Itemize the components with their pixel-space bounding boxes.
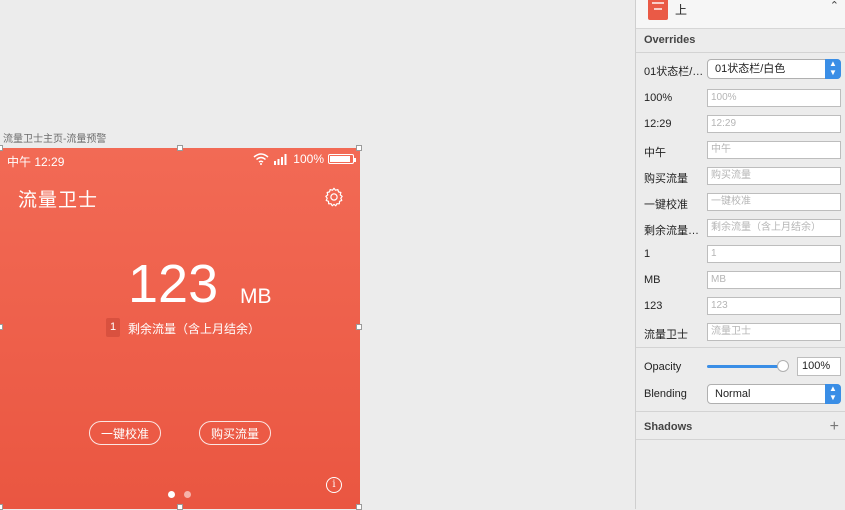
symbol-thumbnail (648, 0, 668, 20)
opacity-slider[interactable] (707, 365, 783, 368)
status-time: 中午 12:29 (7, 155, 65, 169)
buy-data-button[interactable]: 购买流量 (199, 421, 271, 445)
override-input[interactable]: MB (707, 271, 841, 289)
divider (636, 439, 845, 440)
artboard-label[interactable]: 流量卫士主页-流量预警 (3, 130, 106, 145)
status-symbol-select[interactable]: 01状态栏/白色 ▲ ▼ (707, 59, 841, 79)
opacity-slider-knob[interactable] (777, 360, 789, 372)
opacity-input[interactable]: 100% (797, 357, 841, 376)
app-title: 流量卫士 (18, 190, 99, 211)
override-input[interactable]: 剩余流量（含上月结余） (707, 219, 841, 237)
override-label: 购买流量 (644, 173, 688, 185)
override-label: 一键校准 (644, 199, 688, 211)
status-symbol-value: 01状态栏/白色 (715, 63, 786, 75)
divider (636, 52, 845, 53)
resize-handle-r[interactable] (356, 324, 362, 330)
override-label: 流量卫士 (644, 329, 688, 341)
add-shadow-icon[interactable]: + (830, 418, 839, 436)
override-label: 12:29 (644, 118, 672, 130)
divider (636, 347, 845, 348)
override-input[interactable]: 一键校准 (707, 193, 841, 211)
divider (636, 411, 845, 412)
signal-icon (274, 154, 287, 165)
inspector-panel: 上 ⌃ Overrides 01状态栏/… 01状态栏/白色 ▲ ▼ 100% 10… (635, 0, 845, 509)
amount-unit: MB (240, 285, 272, 308)
shadows-title: Shadows (644, 421, 693, 433)
override-label: 中午 (644, 147, 666, 159)
blending-select[interactable]: Normal ▲ ▼ (707, 384, 841, 404)
resize-handle-br[interactable] (356, 504, 362, 510)
overrides-title: Overrides (644, 34, 696, 46)
override-input[interactable]: 123 (707, 297, 841, 315)
wifi-icon (253, 153, 269, 165)
resize-handle-l[interactable] (0, 324, 3, 330)
gear-icon[interactable] (323, 186, 345, 208)
override-input[interactable]: 中午 (707, 141, 841, 159)
chevron-updown-icon[interactable]: ⌃ (830, 0, 839, 12)
override-label: 剩余流量… (644, 225, 699, 237)
override-label: 123 (644, 300, 663, 312)
artboard[interactable]: 中午 12:29 100% 流量卫士 123 MB 1 剩余流量（含上月结余） … (0, 148, 360, 509)
override-input[interactable]: 流量卫士 (707, 323, 841, 341)
status-icons: 100% (253, 152, 356, 166)
resize-handle-tr[interactable] (356, 145, 362, 151)
battery-icon (328, 154, 356, 164)
override-input[interactable]: 12:29 (707, 115, 841, 133)
symbol-selector[interactable]: 上 ⌃ (636, 0, 845, 29)
blending-value: Normal (715, 388, 751, 400)
calibrate-button[interactable]: 一键校准 (89, 421, 161, 445)
override-input[interactable]: 1 (707, 245, 841, 263)
resize-handle-b[interactable] (177, 504, 183, 510)
opacity-label: Opacity (644, 361, 682, 373)
override-label: 1 (644, 248, 651, 260)
resize-handle-bl[interactable] (0, 504, 3, 510)
canvas: 流量卫士主页-流量预警 中午 12:29 100% 流量卫士 123 MB 1 … (0, 0, 635, 510)
symbol-name: 上 (675, 3, 688, 17)
override-input[interactable]: 100% (707, 89, 841, 107)
page-dot[interactable] (184, 491, 191, 498)
battery-percent: 100% (293, 152, 324, 166)
info-icon[interactable]: i (326, 477, 342, 493)
override-input[interactable]: 购买流量 (707, 167, 841, 185)
override-label-status: 01状态栏/… (644, 66, 704, 78)
override-label: 100% (644, 92, 673, 104)
override-label: MB (644, 274, 661, 286)
blending-label: Blending (644, 388, 687, 400)
remaining-label: 剩余流量（含上月结余） (128, 322, 261, 336)
sim-badge: 1 (106, 318, 120, 337)
select-arrows-icon: ▲ ▼ (825, 384, 841, 404)
select-arrows-icon: ▲ ▼ (825, 59, 841, 79)
remaining-amount: 123 (128, 254, 219, 314)
resize-handle-tl[interactable] (0, 145, 3, 151)
resize-handle-t[interactable] (177, 145, 183, 151)
page-dot-active[interactable] (168, 491, 175, 498)
status-bar: 中午 12:29 100% (0, 148, 360, 172)
